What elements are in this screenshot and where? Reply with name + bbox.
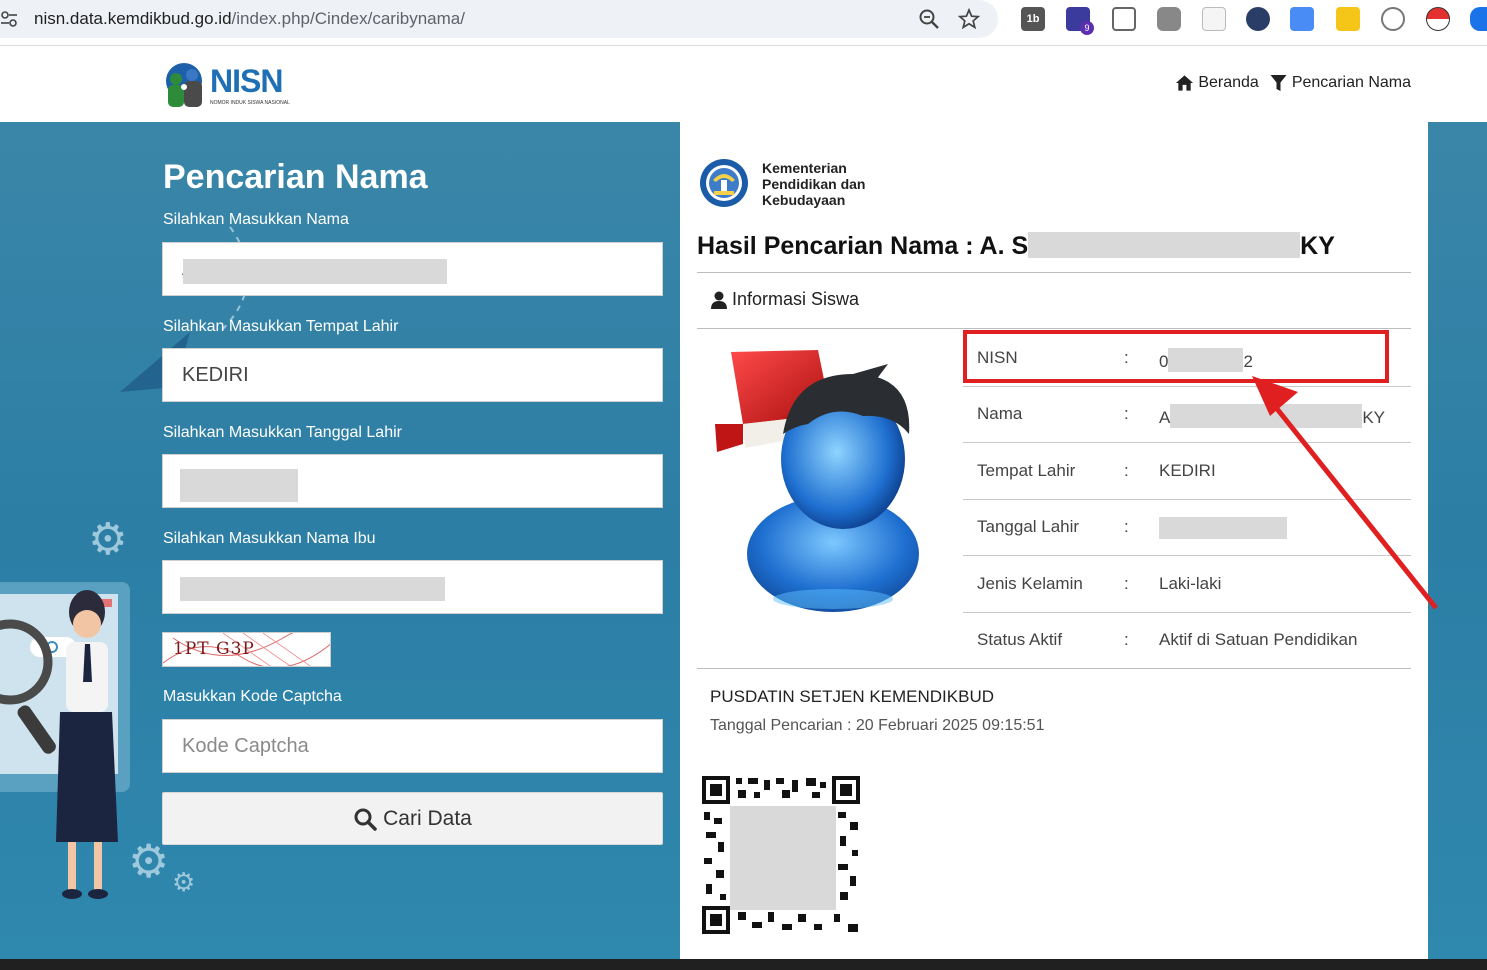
students-logo-icon <box>166 63 202 107</box>
logo-text: NISN <box>210 63 283 99</box>
search-date: Tanggal Pencarian : 20 Februari 2025 09:… <box>710 717 1045 734</box>
info-value: KEDIRI <box>1159 461 1216 480</box>
search-section: ⚙ ⚙ ⚙ Pencarian Nama Silahkan Masukkan N… <box>0 122 1487 959</box>
divider <box>697 272 1411 273</box>
extension-pokeball-icon[interactable] <box>1426 7 1450 31</box>
user-icon <box>711 291 727 309</box>
extension-keep-icon[interactable] <box>1336 7 1360 31</box>
os-taskbar <box>0 959 1487 970</box>
divider <box>697 328 1411 329</box>
captcha-placeholder: Kode Captcha <box>182 735 309 757</box>
form-title: Pencarian Nama <box>163 158 428 196</box>
divider <box>697 668 1411 669</box>
info-colon: : <box>1124 461 1129 480</box>
captcha-image: 1PT G3P <box>162 632 331 667</box>
browser-toolbar: nisn.data.kemdikbud.go.id/index.php/Cind… <box>0 0 1487 46</box>
info-key: Tempat Lahir <box>977 461 1076 480</box>
birthplace-label: Silahkan Masukkan Tempat Lahir <box>163 318 399 335</box>
bookmark-star-icon[interactable] <box>958 8 980 30</box>
extension-1b-icon[interactable]: 1b <box>1021 7 1045 31</box>
logo-subtitle: NOMOR INDUK SISWA NASIONAL <box>210 100 290 106</box>
search-button[interactable]: Cari Data <box>162 792 663 845</box>
nav-beranda-label: Beranda <box>1198 74 1259 91</box>
search-icon <box>354 808 377 831</box>
zoom-icon[interactable] <box>918 8 940 30</box>
redacted-block <box>183 259 447 284</box>
filter-icon <box>1270 75 1287 91</box>
url-text[interactable]: nisn.data.kemdikbud.go.id/index.php/Cind… <box>34 9 465 29</box>
nav-pencarian-label: Pencarian Nama <box>1291 74 1411 91</box>
mother-name-input[interactable] <box>162 560 663 614</box>
info-key: Status Aktif <box>977 630 1063 649</box>
extension-link-icon[interactable] <box>1381 7 1405 31</box>
redacted-block <box>180 577 445 601</box>
info-colon: : <box>1124 574 1129 593</box>
gear-icon: ⚙ <box>88 515 128 564</box>
info-colon: : <box>1124 517 1129 536</box>
student-avatar <box>715 350 919 612</box>
info-colon: : <box>1124 404 1129 423</box>
result-panel: Kementerian Pendidikan dan Kebudayaan Ha… <box>680 122 1438 959</box>
org-name: PUSDATIN SETJEN KEMENDIKBUD <box>710 687 995 706</box>
site-header: NISN NOMOR INDUK SISWA NASIONAL Beranda … <box>0 47 1487 122</box>
address-bar[interactable]: nisn.data.kemdikbud.go.id/index.php/Cind… <box>0 0 998 38</box>
redacted-block <box>180 469 298 502</box>
nav-beranda[interactable]: Beranda <box>1175 74 1259 92</box>
redacted-block <box>1028 232 1301 258</box>
result-title: Hasil Pencarian Nama : A. S KY <box>697 232 1335 261</box>
extension-shapes-icon[interactable]: 9 <box>1066 7 1094 35</box>
extension-badge: 9 <box>1080 21 1094 35</box>
url-host: nisn.data.kemdikbud.go.id <box>34 9 232 28</box>
main-nav: Beranda Pencarian Nama <box>1175 74 1411 92</box>
extension-camera-icon[interactable] <box>1157 7 1181 31</box>
nav-pencarian-nama[interactable]: Pencarian Nama <box>1269 74 1411 92</box>
gear-icon: ⚙ <box>172 867 196 897</box>
tut-wuri-logo-icon <box>700 159 748 207</box>
name-input[interactable]: A <box>162 242 663 296</box>
birthplace-input-value: KEDIRI <box>182 364 249 386</box>
captcha-text: 1PT G3P <box>173 639 255 659</box>
nisn-logo[interactable]: NISN NOMOR INDUK SISWA NASIONAL <box>162 57 292 113</box>
info-section-label: Informasi Siswa <box>732 289 860 309</box>
qr-code <box>702 776 860 934</box>
name-label: Silahkan Masukkan Nama <box>163 211 349 228</box>
url-path: /index.php/Cindex/caribynama/ <box>231 9 465 28</box>
student-illustration <box>0 582 130 899</box>
info-value: Laki-laki <box>1159 574 1222 593</box>
info-colon: : <box>1124 630 1129 649</box>
captcha-label: Masukkan Kode Captcha <box>163 688 342 705</box>
captcha-input[interactable]: Kode Captcha <box>162 719 663 773</box>
result-title-suffix: KY <box>1300 232 1335 260</box>
extension-cast-icon[interactable] <box>1112 7 1136 31</box>
site-settings-icon[interactable] <box>0 10 18 28</box>
home-icon <box>1176 75 1194 91</box>
extension-translate-icon[interactable] <box>1290 7 1314 31</box>
extension-page-icon[interactable] <box>1202 7 1226 31</box>
redacted-block <box>730 806 836 910</box>
birthplace-input[interactable]: KEDIRI <box>162 348 663 402</box>
search-button-label: Cari Data <box>383 806 472 830</box>
info-key: Jenis Kelamin <box>977 574 1083 593</box>
extension-partial-icon[interactable] <box>1470 7 1487 31</box>
ministry-name: Kementerian Pendidikan dan Kebudayaan <box>762 160 866 208</box>
result-title-prefix: Hasil Pencarian Nama : A. S <box>697 232 1029 260</box>
birthdate-input[interactable] <box>162 454 663 508</box>
info-section-header: Informasi Siswa <box>710 289 859 310</box>
info-key: Tanggal Lahir <box>977 517 1080 536</box>
red-arrow-icon <box>1252 376 1438 610</box>
nama-prefix: A <box>1159 408 1171 427</box>
info-key: Nama <box>977 404 1023 423</box>
birthdate-label: Silahkan Masukkan Tanggal Lahir <box>163 424 402 441</box>
mother-name-label: Silahkan Masukkan Nama Ibu <box>163 530 376 547</box>
extension-cursor-icon[interactable] <box>1246 7 1270 31</box>
info-value: Aktif di Satuan Pendidikan <box>1159 630 1358 649</box>
